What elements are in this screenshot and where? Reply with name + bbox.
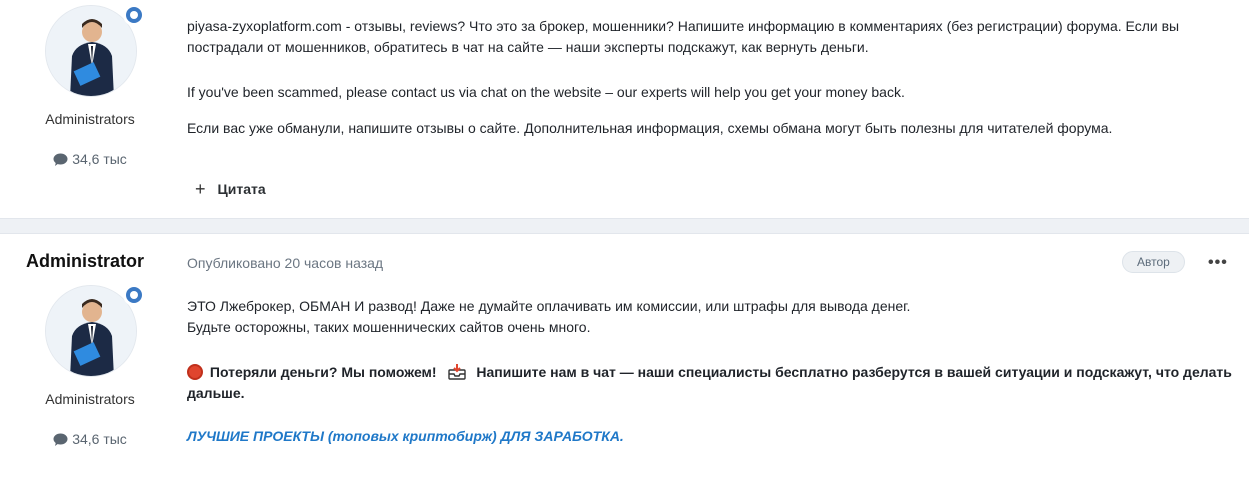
post-timestamp[interactable]: Опубликовано 20 часов назад xyxy=(187,255,383,271)
author-avatar[interactable] xyxy=(45,284,145,377)
post-content: ЭТО Лжеброкер, ОБМАН И развод! Даже не д… xyxy=(187,296,1239,447)
author-group: Administrators xyxy=(45,111,135,127)
author-avatar[interactable] xyxy=(45,4,145,97)
post-1: Administrators 34,6 тыс piyasa-zyxoplatf… xyxy=(0,0,1249,218)
inbox-tray-icon xyxy=(448,364,467,380)
post-paragraph: Если вас уже обманули, напишите отзывы о… xyxy=(187,120,1113,136)
post-paragraph: piyasa-zyxoplatform.com - отзывы, review… xyxy=(187,18,1180,55)
post-count: 34,6 тыс xyxy=(0,431,180,447)
post-count-value: 34,6 тыс xyxy=(72,151,127,167)
post-paragraph: If you've been scammed, please contact u… xyxy=(187,84,905,100)
online-indicator-icon xyxy=(123,284,145,306)
quote-label: Цитата xyxy=(217,181,266,197)
post-separator xyxy=(0,218,1249,234)
more-options-button[interactable]: ••• xyxy=(1208,254,1228,272)
author-badge: Автор xyxy=(1122,251,1185,273)
plus-icon: + xyxy=(195,179,206,199)
post-content: piyasa-zyxoplatform.com - отзывы, review… xyxy=(187,16,1239,139)
author-group: Administrators xyxy=(45,391,135,407)
online-indicator-icon xyxy=(123,4,145,26)
quote-button[interactable]: + Цитата xyxy=(195,180,266,198)
best-projects-link[interactable]: ЛУЧШИЕ ПРОЕКТЫ (топовых криптобирж) ДЛЯ … xyxy=(187,428,624,444)
chat-bubble-icon xyxy=(53,433,68,446)
help-message: Потеряли деньги? Мы поможем! Напишите на… xyxy=(187,362,1239,404)
red-circle-icon xyxy=(187,364,203,380)
post-count: 34,6 тыс xyxy=(0,151,180,167)
post-line: Будьте осторожны, таких мошеннических са… xyxy=(187,319,591,335)
author-name-link[interactable]: Administrator xyxy=(26,251,144,272)
help-message-part1: Потеряли деньги? Мы поможем! xyxy=(209,364,437,380)
post-count-value: 34,6 тыс xyxy=(72,431,127,447)
chat-bubble-icon xyxy=(53,153,68,166)
post-line: ЭТО Лжеброкер, ОБМАН И развод! Даже не д… xyxy=(187,298,911,314)
